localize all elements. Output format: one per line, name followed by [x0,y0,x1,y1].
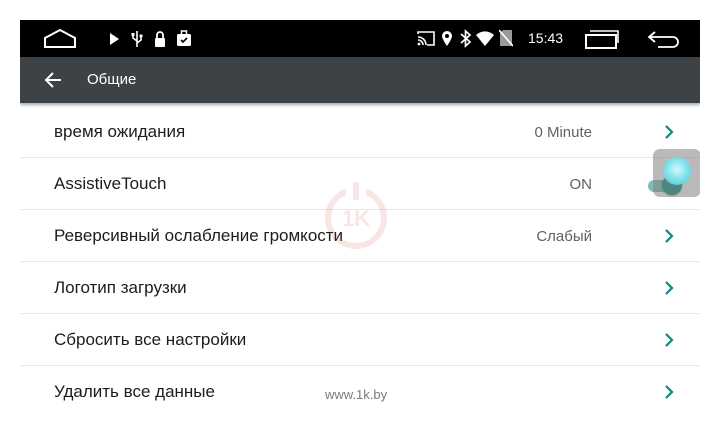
assistivetouch-dot [663,157,691,185]
chevron-right-icon [662,383,676,401]
setting-reset-all[interactable]: Сбросить все настройки [20,314,700,366]
bluetooth-icon [460,29,472,48]
chevron-right-icon [662,227,676,245]
chevron-right-icon [662,331,676,349]
lock-icon [153,30,167,48]
page-title: Общие [87,71,137,88]
settings-list: время ожидания 0 Minute AssistiveTouch O… [20,106,700,418]
setting-label: время ожидания [54,122,186,141]
setting-label: Сбросить все настройки [54,330,247,349]
android-settings-screen: 15:43 Общие время ожидания 0 Minute Assi… [20,20,700,425]
recent-apps-icon[interactable] [584,29,620,49]
chevron-right-icon [662,123,676,141]
clock: 15:43 [528,30,564,46]
setting-label: AssistiveTouch [54,174,167,193]
svg-text:1K: 1K [342,206,370,231]
usb-icon [130,30,144,48]
no-sim-icon [499,29,513,47]
setting-boot-logo[interactable]: Логотип загрузки [20,262,700,314]
setting-label: Удалить все данные [54,382,215,401]
setting-value: Слабый [536,227,592,245]
briefcase-icon [176,30,192,47]
setting-label: Реверсивный ослабление громкости [54,226,344,245]
home-icon[interactable] [42,26,78,50]
app-bar: Общие [20,57,700,103]
setting-timeout[interactable]: время ожидания 0 Minute [20,106,700,158]
status-bar: 15:43 [20,20,700,57]
watermark-url: www.1k.by [325,387,388,402]
chevron-right-icon [662,279,676,297]
play-icon [108,32,120,46]
setting-label: Логотип загрузки [54,278,187,297]
cast-icon [417,31,435,46]
watermark-logo: 1K [320,180,392,252]
back-nav-icon[interactable] [646,29,682,49]
setting-value: 0 Minute [534,123,592,141]
location-icon [441,30,453,47]
setting-value: ON [569,175,593,193]
assistivetouch-floating-button[interactable] [653,149,700,197]
arrow-left-icon[interactable] [40,67,68,93]
wifi-icon [476,31,494,46]
